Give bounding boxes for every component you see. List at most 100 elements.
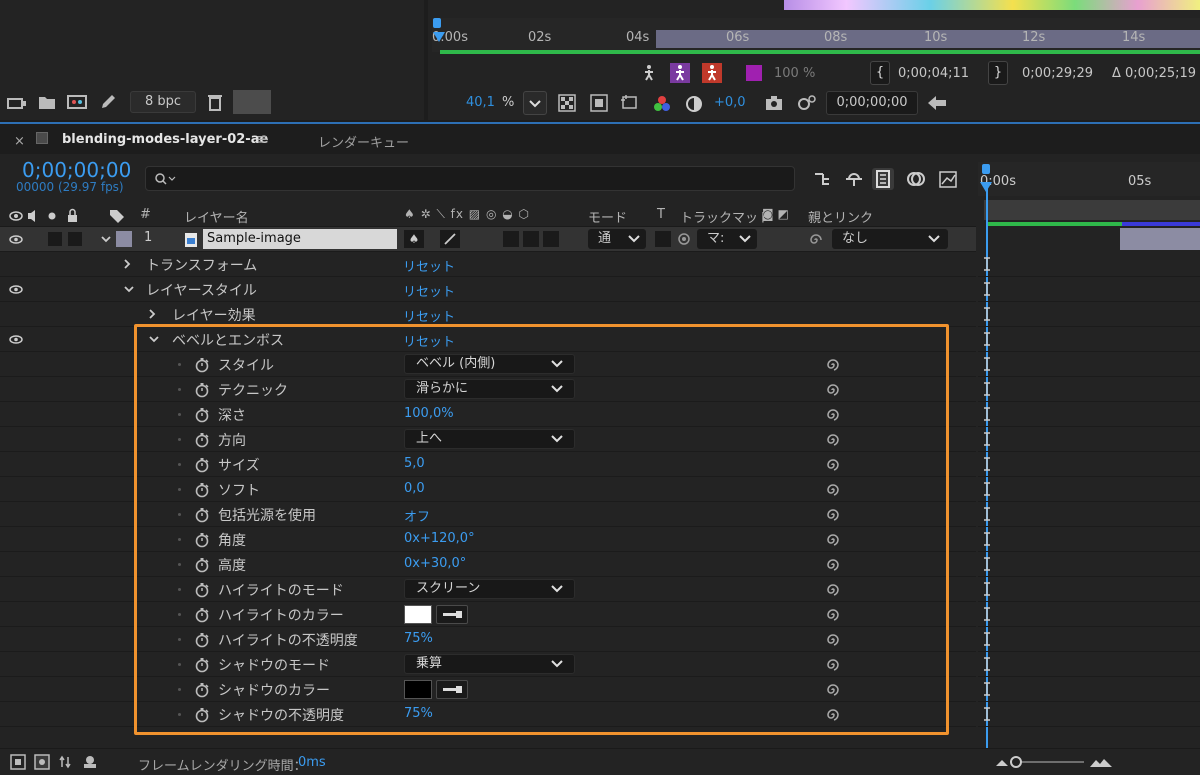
motion-blur-icon[interactable] (670, 63, 690, 83)
stopwatch-icon[interactable] (194, 482, 210, 498)
tab-render-queue[interactable]: レンダーキュー (318, 132, 409, 151)
comp-mini-flowchart-icon[interactable] (812, 168, 834, 190)
timeline-row[interactable] (978, 577, 1200, 602)
in-point-marker[interactable] (984, 382, 990, 396)
property-row[interactable]: ソフト 0,0 (0, 477, 976, 502)
property-dropdown[interactable]: 滑らかに (404, 379, 575, 399)
trash-icon[interactable] (204, 93, 226, 111)
render-rocket-icon[interactable] (98, 93, 120, 111)
timeline-row[interactable] (978, 702, 1200, 727)
pick-whip-icon[interactable] (825, 532, 841, 548)
timeline-row[interactable] (978, 477, 1200, 502)
timeline-row[interactable] (978, 402, 1200, 427)
property-row[interactable]: 深さ 100,0% (0, 402, 976, 427)
current-time-display[interactable]: 0;00;00;00 (22, 158, 131, 182)
new-composition-icon[interactable] (66, 93, 88, 111)
property-row[interactable]: サイズ 5,0 (0, 452, 976, 477)
blend-mode-dropdown[interactable]: 通 (588, 229, 646, 249)
property-row[interactable]: ハイライトのカラー (0, 602, 976, 627)
timeline-work-area[interactable] (984, 200, 1200, 220)
tab-menu-icon[interactable]: ≡ (256, 130, 269, 148)
in-point-marker[interactable] (984, 557, 990, 571)
reset-exposure-icon[interactable] (684, 94, 704, 114)
timeline-row[interactable] (978, 352, 1200, 377)
property-row[interactable]: シャドウのモード 乗算 (0, 652, 976, 677)
background-color-swatch[interactable] (233, 90, 271, 114)
chevron-down-icon[interactable] (148, 333, 160, 345)
stopwatch-icon[interactable] (194, 557, 210, 573)
stopwatch-icon[interactable] (194, 607, 210, 623)
color-swatch[interactable] (404, 680, 432, 699)
pick-whip-icon[interactable] (808, 232, 824, 248)
stopwatch-icon[interactable] (194, 657, 210, 673)
shy-layers-icon[interactable] (843, 168, 865, 190)
property-dropdown[interactable]: ベベル (内側) (404, 354, 575, 374)
preserve-transparency-toggle[interactable] (655, 231, 671, 247)
column-layer-name[interactable]: レイヤー名 (184, 207, 249, 226)
property-group-row[interactable]: ベベルとエンボス リセット (0, 327, 976, 352)
property-value[interactable]: 5,0 (404, 456, 425, 471)
channel-rgb-icon[interactable] (652, 94, 672, 114)
chevron-down-icon[interactable] (123, 283, 135, 295)
in-point-marker[interactable] (984, 282, 990, 296)
timeline-row[interactable] (978, 327, 1200, 352)
current-time-indicator[interactable] (432, 18, 445, 58)
in-point-marker[interactable] (984, 582, 990, 596)
timeline-row[interactable] (978, 627, 1200, 652)
bit-depth-button[interactable]: 8 bpc (130, 91, 196, 113)
pick-whip-icon[interactable] (825, 482, 841, 498)
in-point-marker[interactable] (984, 432, 990, 446)
timeline-row[interactable] (978, 277, 1200, 302)
timeline-row[interactable] (978, 427, 1200, 452)
eye-icon[interactable] (9, 335, 23, 344)
flowchart-icon[interactable] (926, 93, 948, 113)
stopwatch-icon[interactable] (194, 432, 210, 448)
stopwatch-icon[interactable] (194, 632, 210, 648)
pick-whip-icon[interactable] (825, 682, 841, 698)
in-point-marker[interactable] (984, 632, 990, 646)
property-row[interactable]: テクニック 滑らかに (0, 377, 976, 402)
property-row[interactable]: 高度 0x+30,0° (0, 552, 976, 577)
stopwatch-icon[interactable] (194, 407, 210, 423)
timeline-tab[interactable]: × blending-modes-layer-02-ae ≡ (12, 128, 280, 154)
pick-whip-icon[interactable] (825, 407, 841, 423)
property-value[interactable]: 100,0% (404, 406, 454, 421)
timeline-row[interactable] (978, 502, 1200, 527)
pick-whip-icon[interactable] (825, 507, 841, 523)
timeline-row[interactable] (978, 452, 1200, 477)
pick-whip-icon[interactable] (825, 607, 841, 623)
timeline-row[interactable] (978, 602, 1200, 627)
property-value[interactable]: 0x+30,0° (404, 556, 466, 571)
property-row[interactable]: スタイル ベベル (内側) (0, 352, 976, 377)
in-point-marker[interactable] (984, 332, 990, 346)
show-snapshot-icon[interactable] (794, 94, 818, 112)
pick-whip-icon[interactable] (825, 557, 841, 573)
layer-duration-bar[interactable] (1120, 228, 1200, 250)
layer-search-input[interactable] (145, 166, 795, 191)
in-point-marker[interactable] (984, 532, 990, 546)
eyedropper-icon[interactable] (436, 605, 468, 624)
in-point-marker[interactable] (984, 482, 990, 496)
pick-whip-icon[interactable] (825, 707, 841, 723)
track-matte-dropdown[interactable]: マ: (697, 229, 757, 249)
timeline-row[interactable] (978, 252, 1200, 277)
property-row[interactable]: 角度 0x+120,0° (0, 527, 976, 552)
quality-switch-icon[interactable] (440, 230, 460, 248)
chevron-right-icon[interactable] (146, 308, 158, 320)
property-row[interactable]: 包括光源を使用 オフ (0, 502, 976, 527)
color-swatch[interactable] (404, 605, 432, 624)
property-value[interactable]: オフ (404, 506, 430, 525)
reset-link[interactable]: リセット (403, 281, 455, 300)
pick-whip-icon[interactable] (825, 457, 841, 473)
lock-toggle[interactable] (68, 232, 82, 246)
timeline-row[interactable] (978, 302, 1200, 327)
property-row[interactable]: 方向 上へ (0, 427, 976, 452)
switch-slot[interactable] (543, 231, 559, 247)
property-dropdown[interactable]: 上へ (404, 429, 575, 449)
property-row[interactable]: ハイライトのモード スクリーン (0, 577, 976, 602)
reset-link[interactable]: リセット (403, 306, 455, 325)
exposure-value[interactable]: +0,0 (714, 95, 746, 110)
matte-link-icon[interactable] (677, 232, 693, 246)
new-folder-icon[interactable] (36, 93, 58, 111)
timeline-row[interactable] (978, 652, 1200, 677)
